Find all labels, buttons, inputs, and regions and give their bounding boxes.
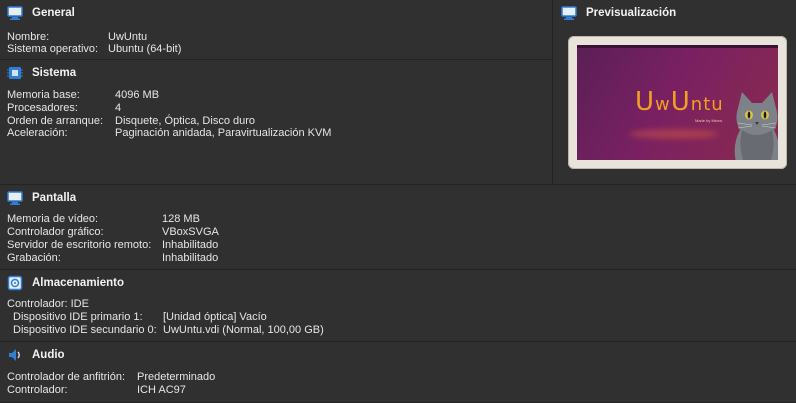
row-key: Memoria base: <box>7 89 80 101</box>
sistema-title: Sistema <box>32 67 77 79</box>
audio-header[interactable]: Audio <box>7 347 65 363</box>
info-row: Sistema operativo: Ubuntu (64-bit) <box>7 43 181 56</box>
row-key: Dispositivo IDE primario 1: <box>13 311 143 323</box>
pantalla-header[interactable]: Pantalla <box>7 190 76 206</box>
row-key: Controlador: <box>7 384 68 396</box>
almacenamiento-header[interactable]: Almacenamiento <box>7 275 124 291</box>
monitor-icon <box>561 5 577 21</box>
info-row: Controlador gráfico: VBoxSVGA <box>7 226 219 239</box>
pantalla-title: Pantalla <box>32 192 77 204</box>
row-key: Grabación: <box>7 252 61 264</box>
general-section: General Nombre: UwUntu Sistema operativo… <box>0 0 552 60</box>
monitor-icon <box>7 5 23 21</box>
row-value: 4096 MB <box>115 89 160 101</box>
row-value: ICH AC97 <box>137 384 186 396</box>
preview-title: Previsualización <box>586 7 677 19</box>
row-value: 4 <box>115 102 122 114</box>
row-value: Paginación anidada, Paravirtualización K… <box>115 127 332 139</box>
info-row: Controlador: ICH AC97 <box>7 384 186 397</box>
preview-screen-subtitle: Made by Meow <box>695 118 723 123</box>
row-key: Servidor de escritorio remoto: <box>7 239 152 251</box>
preview-glow <box>629 129 719 139</box>
controller-label: Controlador: IDE <box>7 298 89 310</box>
general-title: General <box>32 7 75 19</box>
info-row: Procesadores: 4 <box>7 102 121 115</box>
row-value: Inhabilitado <box>162 239 219 251</box>
almacenamiento-section: Almacenamiento Controlador: IDE Disposit… <box>0 270 796 342</box>
row-value: Ubuntu (64-bit) <box>108 43 182 55</box>
title-part: U <box>670 87 691 117</box>
title-part: ntu <box>690 94 724 115</box>
info-row: Controlador de anfitrión: Predeterminado <box>7 371 215 384</box>
row-value: Inhabilitado <box>162 252 219 264</box>
row-key: Sistema operativo: <box>7 43 99 55</box>
cat-image <box>734 92 778 160</box>
info-row: Dispositivo IDE secundario 0: UwUntu.vdi… <box>13 324 324 337</box>
vm-details-pane: General Nombre: UwUntu Sistema operativo… <box>0 0 796 403</box>
row-key: Controlador de anfitrión: <box>7 371 126 383</box>
disk-icon <box>7 275 23 291</box>
preview-header[interactable]: Previsualización <box>561 5 676 21</box>
info-row: Memoria de vídeo: 128 MB <box>7 213 200 226</box>
preview-screen-title: UwUntu <box>635 87 724 117</box>
title-part: U <box>635 87 656 117</box>
row-key: Controlador gráfico: <box>7 226 104 238</box>
info-row: Grabación: Inhabilitado <box>7 252 218 265</box>
info-row: Dispositivo IDE primario 1: [Unidad ópti… <box>13 311 267 324</box>
row-value: VBoxSVGA <box>162 226 219 238</box>
info-row: Aceleración: Paginación anidada, Paravir… <box>7 127 331 140</box>
controller-row: Controlador: IDE <box>7 298 89 311</box>
sistema-section: Sistema Memoria base: 4096 MB Procesador… <box>0 60 552 184</box>
sistema-header[interactable]: Sistema <box>7 65 76 81</box>
preview-screen: UwUntu Made by Meow <box>577 45 778 160</box>
info-row: Memoria base: 4096 MB <box>7 89 159 102</box>
audio-title: Audio <box>32 349 65 361</box>
row-value: UwUntu.vdi (Normal, 100,00 GB) <box>163 324 324 336</box>
chip-icon <box>7 65 23 81</box>
general-header[interactable]: General <box>7 5 75 21</box>
preview-thumbnail[interactable]: UwUntu Made by Meow <box>568 36 787 169</box>
display-icon <box>7 190 23 206</box>
speaker-icon <box>7 347 23 363</box>
info-row: Servidor de escritorio remoto: Inhabilit… <box>7 239 218 252</box>
row-key: Aceleración: <box>7 127 68 139</box>
audio-section: Audio Controlador de anfitrión: Predeter… <box>0 342 796 403</box>
row-key: Dispositivo IDE secundario 0: <box>13 324 157 336</box>
pantalla-section: Pantalla Memoria de vídeo: 128 MB Contro… <box>0 185 796 270</box>
screen-topbar <box>577 45 778 48</box>
almacenamiento-title: Almacenamiento <box>32 277 125 289</box>
row-key: Memoria de vídeo: <box>7 213 99 225</box>
title-part: w <box>655 94 671 115</box>
row-value: 128 MB <box>162 213 200 225</box>
row-key: Procesadores: <box>7 102 78 114</box>
row-value: Predeterminado <box>137 371 216 383</box>
row-value: [Unidad óptica] Vacío <box>163 311 267 323</box>
